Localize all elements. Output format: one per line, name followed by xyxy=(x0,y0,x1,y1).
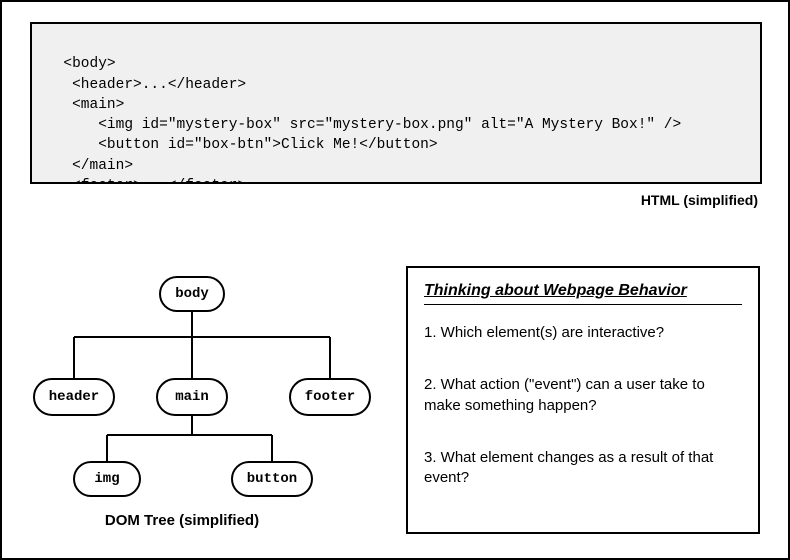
dom-tree-diagram: body header main footer img button DOM T… xyxy=(22,267,392,537)
code-line: </main> xyxy=(46,158,133,174)
tree-node-footer: footer xyxy=(305,389,355,405)
tree-node-body: body xyxy=(175,286,209,302)
tree-node-header: header xyxy=(49,389,99,405)
tree-node-img: img xyxy=(94,471,119,487)
html-code-block: <body> <header>...</header> <main> <img … xyxy=(30,22,762,184)
code-line: <footer>...</footer> xyxy=(46,178,246,184)
tree-caption: DOM Tree (simplified) xyxy=(105,512,259,529)
question-1: 1. Which element(s) are interactive? xyxy=(424,323,742,343)
code-line: <img id="mystery-box" src="mystery-box.p… xyxy=(46,117,681,133)
code-line: <main> xyxy=(46,97,124,113)
code-line: <button id="box-btn">Click Me!</button> xyxy=(46,137,438,153)
tree-node-button: button xyxy=(247,471,297,487)
code-caption: HTML (simplified) xyxy=(641,192,758,208)
questions-panel: Thinking about Webpage Behavior 1. Which… xyxy=(406,266,760,534)
panel-title: Thinking about Webpage Behavior xyxy=(424,282,742,305)
question-2: 2. What action ("event") can a user take… xyxy=(424,375,742,416)
code-line: <body> xyxy=(63,56,115,72)
question-3: 3. What element changes as a result of t… xyxy=(424,448,742,489)
code-line: <header>...</header> xyxy=(46,77,246,93)
tree-node-main: main xyxy=(175,389,209,405)
